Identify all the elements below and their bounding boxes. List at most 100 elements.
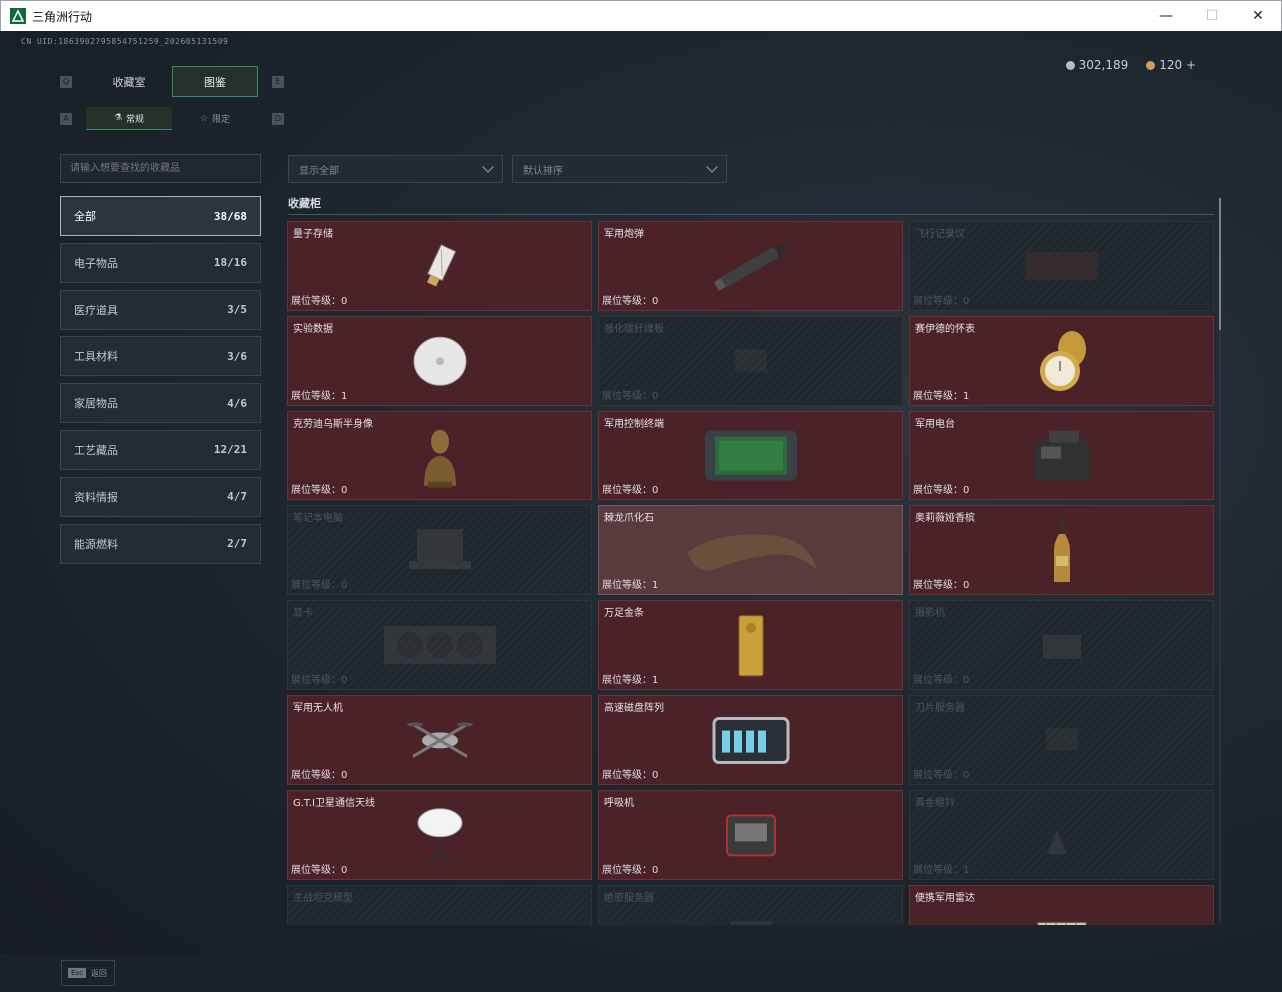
minimize-button[interactable]: — [1143, 1, 1189, 31]
collection-card[interactable]: 军用炮弹 展位等级：0 [598, 221, 903, 311]
collection-card[interactable]: 高速磁盘阵列 展位等级：0 [598, 694, 903, 785]
collection-card[interactable]: 飞行记录仪 展位等级：0 [909, 221, 1214, 311]
card-item-name: 万足金条 [604, 608, 644, 620]
collection-card[interactable]: 笔记本电脑 展位等级：0 [287, 505, 592, 596]
flask-icon: ⚗ [113, 113, 123, 123]
tab-next-key[interactable]: E [272, 75, 284, 88]
back-button[interactable]: Esc 返回 [61, 960, 115, 986]
card-item-name: 军用电台 [915, 418, 955, 430]
card-item-name: 摄影机 [915, 608, 945, 620]
card-display-level: 展位等级：1 [602, 580, 659, 592]
collection-card[interactable]: 军用电台展位等级：0 [909, 410, 1214, 501]
category-sidebar: 全部 38/68 电子物品 18/16 医疗道具 3/5 工具材料 3/6 家居… [60, 196, 261, 570]
esc-key: Esc [68, 968, 86, 978]
card-display-level: 展位等级：0 [913, 769, 970, 781]
collection-card[interactable]: 军用控制终端 展位等级：0 [598, 410, 903, 501]
currency-silver-value: 302,189 [1078, 58, 1129, 72]
window-title: 三角洲行动 [32, 9, 93, 24]
sidebar-item-label: 能源燃料 [74, 537, 118, 551]
close-button[interactable]: ✕ [1235, 1, 1281, 31]
card-item-name: 飞行记录仪 [915, 229, 965, 240]
subtab-limited[interactable]: ☆ 限定 [172, 107, 258, 130]
collection-card[interactable]: 强化碳纤维板 展位等级：0 [598, 315, 903, 406]
radar-icon [1032, 909, 1092, 925]
collection-card[interactable]: 主战坦克模型展位等级：0 [287, 884, 592, 925]
section-title: 收藏柜 [288, 197, 321, 210]
back-label: 返回 [90, 968, 107, 978]
drone-icon [405, 712, 475, 772]
sidebar-item-count: 4/6 [227, 396, 247, 410]
sidebar-item-label: 工艺藏品 [74, 443, 118, 457]
graphics-card-icon [380, 620, 500, 674]
sort-dropdown[interactable]: 默认排序 [512, 155, 727, 183]
star-icon: ☆ [199, 113, 209, 124]
display-filter-dropdown[interactable]: 显示全部 [288, 155, 503, 183]
card-display-level: 展位等级：0 [291, 295, 348, 307]
collection-card[interactable]: 呼吸机 展位等级：0 [598, 789, 903, 880]
collection-card[interactable]: 摄影机 展位等级：0 [909, 600, 1214, 690]
sidebar-item-count: 12/21 [213, 443, 247, 457]
collection-card[interactable]: 实验数据 展位等级：1 [287, 315, 592, 406]
card-item-name: 刀片服务器 [915, 702, 965, 714]
sidebar-item-medical[interactable]: 医疗道具 3/5 [60, 289, 261, 330]
collection-card[interactable]: 绝密服务器展位等级：0 [598, 884, 903, 925]
collection-card[interactable]: 刀片服务器展位等级：0 [909, 694, 1214, 785]
tab-prev-key[interactable]: Q [60, 75, 72, 88]
card-item-name: 笔记本电脑 [293, 513, 343, 525]
sidebar-item-all[interactable]: 全部 38/68 [60, 196, 261, 236]
card-item-name: G.T.I卫星通信天线 [293, 797, 375, 809]
collection-card[interactable]: 显卡 展位等级：0 [287, 600, 592, 690]
chevron-down-icon [482, 161, 494, 173]
card-item-name: 军用炮弹 [604, 229, 644, 240]
sidebar-item-crafts[interactable]: 工艺藏品 12/21 [60, 429, 261, 470]
collection-card[interactable]: 黄金瞪羚 展位等级：1 [909, 789, 1214, 880]
grid-scrollbar-thumb[interactable] [1219, 198, 1221, 330]
subtab-next-key[interactable]: D [272, 112, 284, 125]
sidebar-item-fuel[interactable]: 能源燃料 2/7 [60, 523, 261, 564]
collection-grid-viewport[interactable]: 量子存储 展位等级：0 军用炮弹 展位等级：0 飞行记录仪 展位等级：0 实验数据 展位等级：… [287, 221, 1214, 925]
collection-card[interactable]: 量子存储展位等级：0 [287, 221, 592, 311]
laptop-icon [405, 525, 475, 579]
currency-gold[interactable]: 120 + [1146, 58, 1196, 72]
tab-collection-room[interactable]: 收藏室 [86, 66, 172, 97]
collection-card[interactable]: 万足金条 展位等级：1 [598, 600, 903, 690]
tab-catalog[interactable]: 图鉴 [172, 66, 258, 97]
subtab-regular-label: 常规 [126, 114, 145, 125]
card-item-name: 黄金瞪羚 [915, 797, 955, 809]
collection-card[interactable]: 奥莉薇娅香槟 展位等级：0 [909, 505, 1214, 596]
currency-silver: 302,189 [1065, 58, 1129, 72]
subtab-prev-key[interactable]: A [60, 112, 72, 125]
card-display-level: 展位等级：0 [291, 864, 348, 876]
search-input[interactable] [60, 154, 261, 183]
currency-bar: 302,189 120 + [1065, 58, 1196, 72]
maximize-button[interactable]: ☐ [1189, 1, 1235, 31]
subtab-regular[interactable]: ⚗ 常规 [86, 107, 172, 130]
sidebar-item-electronics[interactable]: 电子物品 18/16 [60, 242, 261, 283]
sidebar-item-count: 3/5 [227, 303, 247, 317]
sidebar-item-label: 全部 [74, 210, 96, 223]
card-display-level: 展位等级：0 [602, 485, 659, 497]
card-display-level: 展位等级：0 [291, 674, 348, 686]
champagne-icon [1050, 516, 1074, 590]
sidebar-item-intel[interactable]: 资料情报 4/7 [60, 476, 261, 517]
collection-card[interactable]: G.T.I卫星通信天线 展位等级：0 [287, 789, 592, 880]
disk-array-icon [708, 710, 794, 774]
card-item-name: 实验数据 [293, 323, 333, 335]
card-display-level: 展位等级：0 [913, 485, 970, 497]
sidebar-item-count: 4/7 [227, 490, 247, 504]
collection-card[interactable]: 军用无人机 展位等级：0 [287, 694, 592, 785]
sidebar-item-tools[interactable]: 工具材料 3/6 [60, 336, 261, 377]
gold-bar-icon [736, 614, 766, 682]
sidebar-item-household[interactable]: 家居物品 4/6 [60, 383, 261, 424]
card-item-name: 强化碳纤维板 [604, 323, 664, 335]
card-item-name: 主战坦克模型 [293, 892, 353, 904]
player-uid: CN UID:1863902795854751259_202605131509 [21, 37, 229, 46]
sidebar-item-label: 电子物品 [74, 256, 118, 270]
collection-card[interactable]: 赛伊德的怀表 展位等级：1 [909, 315, 1214, 406]
collection-card[interactable]: 便携军用雷达展位等级：0 [909, 884, 1214, 925]
card-item-name: 量子存储 [293, 229, 333, 240]
collection-card[interactable]: 棘龙爪化石 展位等级：1 [598, 505, 903, 596]
section-divider [288, 214, 1214, 215]
collection-card[interactable]: 克劳迪乌斯半身像 展位等级：0 [287, 410, 592, 501]
sidebar-item-label: 资料情报 [74, 490, 118, 504]
